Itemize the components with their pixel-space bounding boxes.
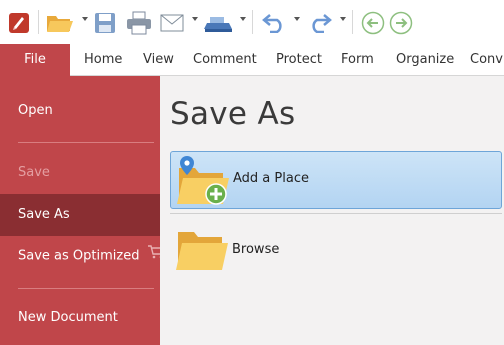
undo-dropdown-arrow-icon[interactable]	[294, 17, 300, 21]
place-label: Add a Place	[233, 171, 309, 186]
toolbar-separator	[252, 10, 253, 34]
sidebar-item-open[interactable]: Open	[0, 96, 160, 126]
places-divider	[170, 213, 502, 214]
redo-dropdown-arrow-icon[interactable]	[340, 17, 346, 21]
print-icon[interactable]	[126, 11, 152, 35]
tab-home[interactable]: Home	[84, 44, 122, 76]
tab-file[interactable]: File	[0, 44, 70, 76]
folder-icon	[174, 228, 230, 278]
sidebar-item-save-as-optimized[interactable]: Save as Optimized	[0, 238, 164, 274]
toolbar-separator	[352, 10, 353, 34]
email-icon[interactable]	[160, 13, 186, 33]
place-label: Browse	[232, 242, 280, 257]
toolbar-separator	[38, 10, 39, 34]
tab-protect[interactable]: Protect	[276, 44, 322, 76]
redo-icon[interactable]	[306, 11, 332, 33]
app-logo-icon[interactable]	[8, 12, 30, 34]
open-dropdown-arrow-icon[interactable]	[82, 17, 88, 21]
tab-organize[interactable]: Organize	[396, 44, 454, 76]
next-view-icon[interactable]	[389, 11, 413, 35]
open-folder-icon[interactable]	[46, 12, 74, 34]
folder-add-place-icon	[175, 154, 231, 212]
save-icon[interactable]	[94, 12, 116, 34]
undo-icon[interactable]	[262, 11, 288, 33]
scan-icon[interactable]	[204, 13, 234, 33]
tab-comment[interactable]: Comment	[193, 44, 257, 76]
sidebar-divider	[18, 142, 154, 143]
backstage-sidebar: Open Save Save As Save as Optimized New …	[0, 76, 164, 345]
tab-view[interactable]: View	[143, 44, 174, 76]
sidebar-item-save: Save	[18, 165, 50, 180]
tab-form[interactable]: Form	[341, 44, 374, 76]
sidebar-item-label: Save as Optimized	[18, 248, 140, 264]
save-as-panel: Save As Add a Place Browse	[160, 76, 504, 345]
sidebar-item-save-as[interactable]: Save As	[0, 194, 160, 236]
tab-convert[interactable]: Conv	[470, 44, 503, 76]
scan-dropdown-arrow-icon[interactable]	[240, 17, 246, 21]
ribbon-tab-bar: File Home View Comment Protect Form Orga…	[0, 44, 504, 76]
place-browse[interactable]: Browse	[170, 222, 502, 280]
email-dropdown-arrow-icon[interactable]	[192, 17, 198, 21]
previous-view-icon[interactable]	[361, 11, 385, 35]
quick-access-toolbar	[0, 0, 504, 44]
page-title: Save As	[170, 96, 296, 132]
sidebar-item-new-document[interactable]: New Document	[0, 303, 160, 333]
place-add-a-place[interactable]: Add a Place	[170, 151, 502, 209]
sidebar-divider	[18, 288, 154, 289]
